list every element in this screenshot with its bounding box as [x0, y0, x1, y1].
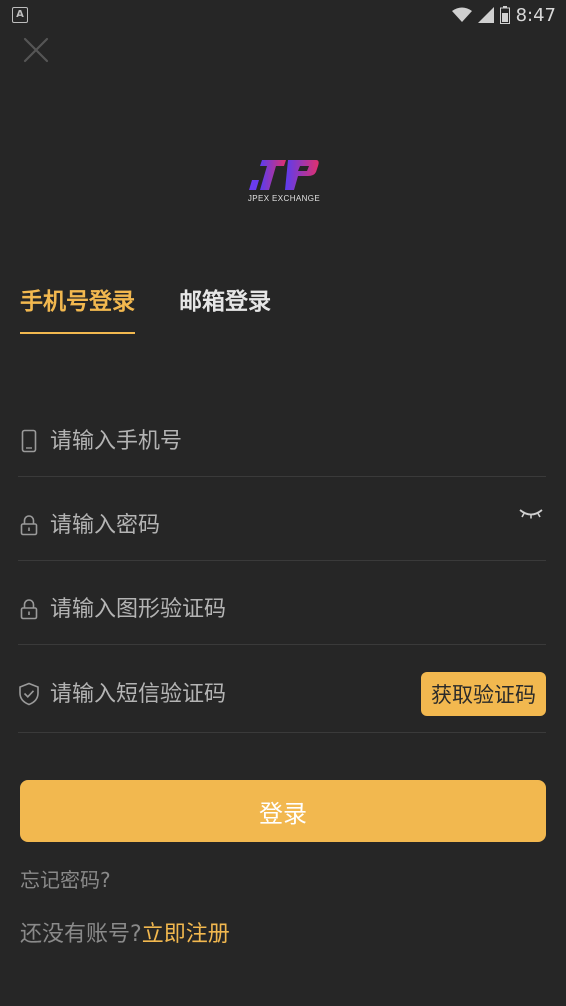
login-screen: A 8:47 JPEX EXCHANGE 手机号登录 邮箱登录 请输入手机号 请…: [0, 0, 566, 1006]
status-bar: A 8:47: [0, 0, 566, 30]
phone-icon: [21, 429, 37, 453]
captcha-row: [18, 574, 546, 645]
signup-link[interactable]: 立即注册: [142, 922, 230, 947]
sms-code-input[interactable]: [48, 680, 421, 708]
password-row: [18, 490, 546, 561]
captcha-input[interactable]: [48, 595, 546, 623]
battery-icon: [499, 6, 510, 24]
phone-row: [18, 406, 546, 477]
signal-icon: [477, 7, 494, 23]
signup-prompt-text: 还没有账号?: [20, 922, 142, 947]
lock-icon: [20, 599, 38, 620]
lock-icon: [20, 515, 38, 536]
phone-input[interactable]: [48, 427, 546, 455]
password-input[interactable]: [48, 511, 518, 539]
login-button[interactable]: 登录: [20, 780, 546, 842]
logo-caption: JPEX EXCHANGE: [247, 194, 321, 203]
close-icon: [23, 37, 49, 63]
jp-logo-icon: [249, 160, 319, 190]
clock: 8:47: [515, 4, 556, 26]
get-sms-code-button[interactable]: 获取验证码: [421, 672, 546, 716]
app-notification-icon: A: [12, 7, 28, 23]
eye-closed-icon[interactable]: [518, 504, 544, 524]
tab-phone-login[interactable]: 手机号登录: [20, 282, 135, 334]
brand-logo: JPEX EXCHANGE: [238, 158, 330, 210]
signup-prompt: 还没有账号?立即注册: [20, 916, 230, 948]
sms-row: 获取验证码: [18, 656, 546, 733]
wifi-icon: [451, 7, 472, 22]
shield-check-icon: [19, 682, 39, 706]
forgot-password-link[interactable]: 忘记密码?: [20, 864, 111, 893]
tab-email-login[interactable]: 邮箱登录: [179, 282, 271, 334]
login-method-tabs: 手机号登录 邮箱登录: [20, 282, 271, 334]
close-button[interactable]: [22, 36, 50, 64]
